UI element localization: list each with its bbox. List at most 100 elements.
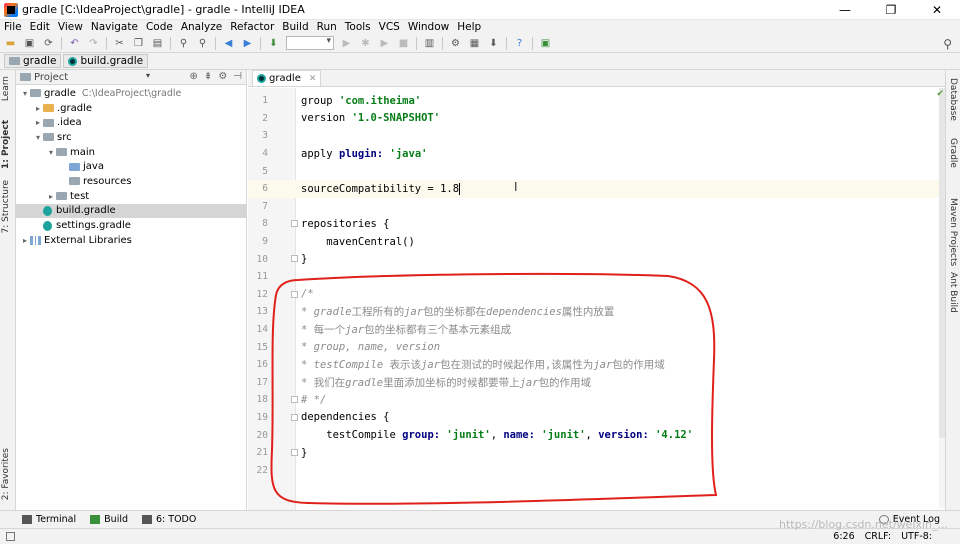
line-separator[interactable]: CRLF: bbox=[865, 531, 891, 542]
close-icon[interactable]: ✕ bbox=[309, 74, 317, 84]
tab-build[interactable]: Build bbox=[90, 514, 128, 525]
menu-view[interactable]: View bbox=[58, 21, 83, 33]
file-encoding[interactable]: UTF-8: bbox=[901, 531, 932, 542]
tree-node[interactable]: ▾ gradle C:\IdeaProject\gradle bbox=[16, 86, 246, 101]
line-number: 10 bbox=[256, 253, 268, 265]
coverage-icon[interactable]: ▶ bbox=[378, 37, 391, 50]
cut-icon[interactable]: ✂ bbox=[113, 37, 126, 50]
run-config-select[interactable] bbox=[286, 36, 334, 50]
code-line[interactable]: 7 bbox=[248, 198, 945, 216]
open-folder-icon[interactable]: ▬ bbox=[4, 37, 17, 50]
settings-icon[interactable]: ⚙ bbox=[449, 37, 462, 50]
stop-icon[interactable]: ■ bbox=[397, 37, 410, 50]
tree-node[interactable]: java bbox=[16, 159, 246, 174]
caret-position[interactable]: 6:26 bbox=[833, 531, 854, 542]
find-icon[interactable]: ⚲ bbox=[177, 37, 190, 50]
chevron-right-icon[interactable]: ▸ bbox=[33, 118, 43, 127]
tree-node[interactable]: build.gradle bbox=[16, 203, 246, 219]
project-panel-title[interactable]: Project bbox=[34, 72, 68, 83]
hide-icon[interactable]: ⊣ bbox=[233, 71, 242, 82]
project-structure-icon[interactable]: ▦ bbox=[468, 37, 481, 50]
debug-icon[interactable]: ✱ bbox=[359, 37, 372, 50]
vcs-icon[interactable]: ▥ bbox=[423, 37, 436, 50]
fold-marker-icon[interactable] bbox=[291, 255, 298, 263]
tab-structure[interactable]: 7: Structure bbox=[1, 180, 11, 234]
tab-gradle[interactable]: Gradle bbox=[948, 138, 958, 168]
chevron-down-icon[interactable]: ▾ bbox=[33, 133, 43, 142]
menu-edit[interactable]: Edit bbox=[30, 21, 50, 33]
collapse-all-icon[interactable]: ⇟ bbox=[204, 71, 212, 82]
tree-node[interactable]: settings.gradle bbox=[16, 218, 246, 233]
sdk-icon[interactable]: ⬇ bbox=[487, 37, 500, 50]
toolbar-separator bbox=[416, 36, 417, 50]
code-line[interactable]: 5 bbox=[248, 162, 945, 180]
menu-navigate[interactable]: Navigate bbox=[91, 21, 138, 33]
undo-icon[interactable]: ↶ bbox=[68, 37, 81, 50]
code-line[interactable]: 4 apply plugin: 'java' bbox=[248, 145, 945, 163]
fold-marker-icon[interactable] bbox=[291, 220, 298, 228]
menu-help[interactable]: Help bbox=[457, 21, 481, 33]
run-icon[interactable]: ▶ bbox=[340, 37, 353, 50]
chevron-right-icon[interactable]: ▸ bbox=[33, 104, 43, 113]
editor-tab[interactable]: gradle ✕ bbox=[252, 70, 322, 86]
tree-node[interactable]: resources bbox=[16, 174, 246, 189]
breadcrumb-project[interactable]: gradle bbox=[4, 54, 62, 68]
chevron-right-icon[interactable]: ▸ bbox=[20, 236, 30, 245]
scroll-from-source-icon[interactable]: ⊕ bbox=[190, 71, 198, 82]
tree-node[interactable]: ▸ External Libraries bbox=[16, 233, 246, 248]
gear-icon[interactable]: ⚙ bbox=[218, 71, 227, 82]
code-line[interactable]: 3 bbox=[248, 127, 945, 145]
paste-icon[interactable]: ▤ bbox=[151, 37, 164, 50]
help-icon[interactable]: ? bbox=[513, 37, 526, 50]
tool-windows-toggle-icon[interactable] bbox=[6, 532, 15, 541]
tab-project[interactable]: 1: Project bbox=[1, 120, 11, 169]
tree-node[interactable]: ▸ test bbox=[16, 189, 246, 204]
tree-node[interactable]: ▾ main bbox=[16, 145, 246, 160]
save-all-icon[interactable]: ▣ bbox=[23, 37, 36, 50]
code-line[interactable]: 8 repositories { bbox=[248, 215, 945, 233]
code-line[interactable]: 6 sourceCompatibility = 1.8 I bbox=[248, 179, 945, 198]
redo-icon[interactable]: ↷ bbox=[87, 37, 100, 50]
menu-file[interactable]: File bbox=[4, 21, 22, 33]
menu-tools[interactable]: Tools bbox=[345, 21, 371, 33]
breadcrumb-file[interactable]: build.gradle bbox=[63, 54, 149, 68]
tab-maven-projects[interactable]: Maven Projects bbox=[948, 198, 958, 266]
menu-analyze[interactable]: Analyze bbox=[181, 21, 222, 33]
forward-icon[interactable]: ▶ bbox=[241, 37, 254, 50]
tab-terminal[interactable]: Terminal bbox=[22, 514, 76, 525]
code-text: repositories { bbox=[301, 217, 390, 230]
build-icon[interactable]: ⬇ bbox=[267, 37, 280, 50]
plugin-icon[interactable]: ▣ bbox=[539, 37, 552, 50]
menu-refactor[interactable]: Refactor bbox=[230, 21, 274, 33]
tab-ant-build[interactable]: Ant Build bbox=[948, 272, 958, 313]
sync-icon[interactable]: ⟳ bbox=[42, 37, 55, 50]
close-button[interactable]: ✕ bbox=[914, 0, 960, 20]
back-icon[interactable]: ◀ bbox=[222, 37, 235, 50]
chevron-down-icon[interactable]: ▾ bbox=[146, 71, 150, 80]
chevron-down-icon[interactable]: ▾ bbox=[20, 89, 30, 98]
copy-icon[interactable]: ❐ bbox=[132, 37, 145, 50]
code-line[interactable]: 9 mavenCentral() bbox=[248, 233, 945, 251]
replace-icon[interactable]: ⚲ bbox=[196, 37, 209, 50]
code-line[interactable]: 2 version '1.0-SNAPSHOT' bbox=[248, 110, 945, 128]
menu-vcs[interactable]: VCS bbox=[379, 21, 400, 33]
tab-database[interactable]: Database bbox=[948, 78, 958, 121]
menu-run[interactable]: Run bbox=[317, 21, 337, 33]
code-line[interactable]: 1 group 'com.itheima' bbox=[248, 92, 945, 110]
minimize-button[interactable]: — bbox=[822, 0, 868, 20]
tab-learn[interactable]: Learn bbox=[1, 76, 11, 101]
chevron-down-icon[interactable]: ▾ bbox=[46, 148, 56, 157]
code-text: sourceCompatibility = 1.8 bbox=[301, 182, 461, 195]
code-line[interactable]: 10} bbox=[248, 250, 945, 268]
chevron-right-icon[interactable]: ▸ bbox=[46, 192, 56, 201]
tab-todo[interactable]: 6: TODO bbox=[142, 514, 196, 525]
tree-node[interactable]: ▾ src bbox=[16, 130, 246, 145]
menu-build[interactable]: Build bbox=[282, 21, 308, 33]
tree-node[interactable]: ▸ .gradle bbox=[16, 101, 246, 116]
tab-favorites[interactable]: 2: Favorites bbox=[1, 448, 11, 500]
search-everywhere-icon[interactable]: ⚲ bbox=[943, 37, 952, 51]
maximize-button[interactable]: ❐ bbox=[868, 0, 914, 20]
menu-code[interactable]: Code bbox=[146, 21, 173, 33]
menu-window[interactable]: Window bbox=[408, 21, 449, 33]
tree-node[interactable]: ▸ .idea bbox=[16, 115, 246, 130]
